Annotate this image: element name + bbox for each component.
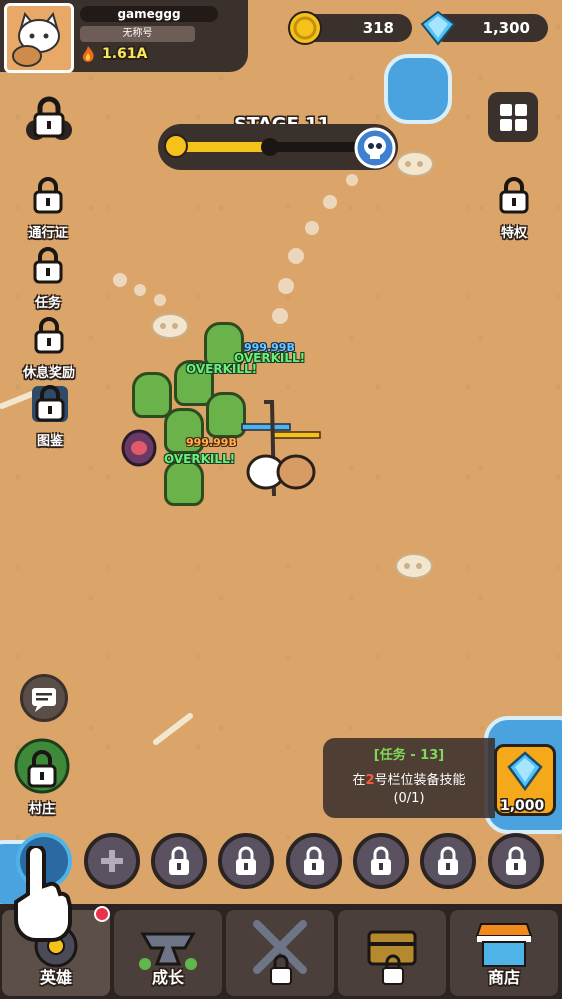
- lock-icon: [34, 317, 64, 354]
- tab-growth-label: 成长: [151, 968, 184, 987]
- gold-coin-icon: [287, 10, 323, 50]
- quests-button[interactable]: 任务: [24, 246, 72, 311]
- rest-reward-label: 休息奖励: [22, 366, 75, 381]
- locked-feature-button[interactable]: [22, 94, 76, 146]
- bottom-nav: 英雄 成长 商店: [0, 904, 562, 999]
- quest-progress: (0/1): [393, 791, 425, 806]
- quests-label: 任务: [34, 296, 61, 311]
- water-pool: [384, 54, 452, 124]
- menu-grid-button[interactable]: [488, 92, 538, 142]
- skill-slot-locked[interactable]: [218, 833, 274, 889]
- village-button[interactable]: 村庄: [14, 736, 70, 817]
- damage-number: 999.99B: [186, 436, 237, 449]
- tab-shop[interactable]: 商店: [450, 910, 558, 996]
- dust-trail: [113, 155, 375, 324]
- village-label: 村庄: [28, 802, 55, 817]
- cat-avatar-icon: [7, 6, 71, 70]
- stage-progress-fill: [176, 142, 271, 152]
- lock-icon: [33, 177, 63, 214]
- skill-slot-locked[interactable]: [420, 833, 476, 889]
- lock-icon: [499, 177, 529, 214]
- lock-icon: [438, 846, 458, 875]
- battle-pass-button[interactable]: 通行证: [24, 176, 72, 241]
- grid-icon: [500, 104, 527, 131]
- tab-treasure[interactable]: [338, 910, 446, 996]
- gold-value: 318: [362, 19, 394, 37]
- chat-icon: [32, 688, 56, 712]
- hero-character: [236, 400, 326, 504]
- skill-slot-locked[interactable]: [353, 833, 409, 889]
- rest-reward-button[interactable]: 休息奖励: [18, 316, 80, 381]
- tree-lock-icon: [14, 738, 70, 794]
- tab-hero-label: 英雄: [39, 968, 72, 987]
- tab-growth[interactable]: 成长: [114, 910, 222, 996]
- lock-icon: [33, 247, 63, 284]
- lock-icon: [506, 846, 526, 875]
- quest-panel[interactable]: [任务 - 13] 在2号栏位装备技能 (0/1): [323, 738, 495, 818]
- skull-decoration: [395, 553, 433, 579]
- codex-button[interactable]: 图鉴: [26, 384, 74, 449]
- power-value: 1.61A: [102, 46, 148, 62]
- stage-mid-node: [261, 138, 279, 156]
- crossed-swords-icon: [253, 920, 307, 985]
- gem-value: 1,300: [482, 19, 530, 37]
- lock-icon: [169, 846, 189, 875]
- cactus-enemy: [132, 372, 172, 418]
- stage-start-node: [164, 134, 188, 158]
- chat-button[interactable]: [20, 674, 68, 722]
- lock-icon: [236, 846, 256, 875]
- gem-icon: [507, 751, 543, 792]
- lock-icon: [371, 846, 391, 875]
- notification-badge: [94, 906, 110, 922]
- plum-enemy: [120, 424, 158, 472]
- privilege-button[interactable]: 特权: [490, 176, 538, 241]
- overkill-text: OVERKILL!: [186, 362, 258, 376]
- lock-icon: [304, 846, 324, 875]
- plus-icon: [101, 850, 123, 872]
- tab-battle[interactable]: [226, 910, 334, 996]
- tab-shop-label: 商店: [487, 968, 520, 987]
- battle-pass-label: 通行证: [28, 226, 68, 241]
- player-name: gameggg: [80, 6, 218, 22]
- bone-decoration: [153, 713, 193, 745]
- avatar[interactable]: [4, 3, 74, 73]
- skill-slot-locked[interactable]: [151, 833, 207, 889]
- fire-icon: [80, 45, 96, 67]
- tutorial-hand-pointer: [6, 844, 76, 946]
- skill-slot-add[interactable]: [84, 833, 140, 889]
- skill-slot-locked[interactable]: [286, 833, 342, 889]
- player-title: 无称号: [80, 26, 195, 42]
- skill-slot-locked[interactable]: [488, 833, 544, 889]
- quest-description: 在2号栏位装备技能: [352, 773, 466, 788]
- quest-reward-value: 1,000: [500, 798, 545, 814]
- privilege-label: 特权: [500, 226, 527, 241]
- overkill-text: OVERKILL!: [164, 452, 236, 466]
- game-screen: { "player": {"name": "gameggg", "title":…: [0, 0, 562, 999]
- gem-icon: [420, 10, 456, 50]
- lock-icon: [26, 96, 72, 140]
- cactus-enemy: [164, 460, 204, 506]
- boss-skull-icon: [354, 127, 396, 173]
- treasure-chest-icon: [367, 930, 417, 985]
- codex-label: 图鉴: [36, 434, 63, 449]
- lock-icon: [32, 385, 68, 422]
- quest-title: [任务 - 13]: [373, 748, 445, 763]
